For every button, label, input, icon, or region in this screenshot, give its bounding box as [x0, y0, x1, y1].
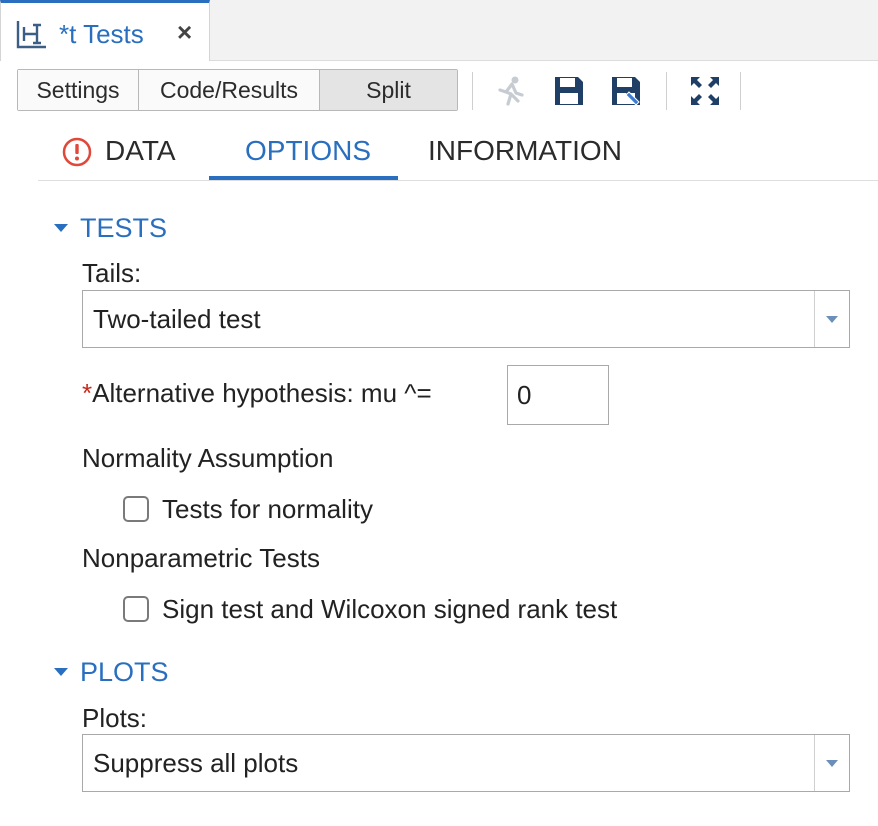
task-tab-strip: *t Tests × [0, 0, 878, 61]
required-indicator: * [82, 378, 93, 408]
run-icon[interactable] [494, 74, 528, 108]
normality-checkbox-label: Tests for normality [162, 493, 373, 524]
error-icon [62, 137, 92, 167]
sign-wilcoxon-checkbox-label: Sign test and Wilcoxon signed rank test [162, 593, 618, 624]
tab-data-label: DATA [105, 135, 176, 166]
dropdown-arrow-icon[interactable] [814, 735, 849, 791]
normality-checkbox-row[interactable]: Tests for normality [123, 493, 373, 525]
tab-information[interactable]: INFORMATION [428, 124, 622, 178]
section-tabs: DATA OPTIONS INFORMATION [38, 124, 878, 181]
tests-section-header[interactable]: TESTS [54, 211, 167, 245]
save-icon[interactable] [552, 74, 586, 108]
normality-heading: Normality Assumption [82, 443, 334, 473]
tails-select-value: Two-tailed test [93, 304, 261, 334]
toolbar-separator [666, 72, 667, 110]
settings-view-button[interactable]: Settings [18, 70, 139, 110]
save-as-icon[interactable] [609, 74, 643, 108]
tails-label: Tails: [82, 258, 142, 288]
tab-title: *t Tests [59, 19, 144, 49]
sign-wilcoxon-checkbox[interactable] [123, 596, 149, 622]
active-tab-indicator [209, 176, 398, 180]
tests-section-title: TESTS [80, 212, 168, 243]
caret-down-icon [54, 668, 68, 676]
plots-select-value: Suppress all plots [93, 748, 299, 778]
plots-label: Plots: [82, 703, 148, 733]
t-test-task-icon [16, 21, 46, 49]
nonparametric-checkbox-row[interactable]: Sign test and Wilcoxon signed rank test [123, 593, 617, 625]
maximize-icon[interactable] [688, 74, 722, 108]
view-mode-group: Settings Code/Results Split [17, 69, 458, 111]
alternative-hypothesis-label: *Alternative hypothesis: mu ^= [82, 378, 432, 409]
split-view-button[interactable]: Split [320, 70, 457, 110]
dropdown-arrow-icon[interactable] [814, 291, 849, 347]
tab-options[interactable]: OPTIONS [245, 124, 371, 178]
toolbar-separator [740, 72, 741, 110]
tails-select[interactable]: Two-tailed test [82, 290, 850, 348]
close-icon[interactable]: × [177, 17, 192, 47]
nonparametric-heading: Nonparametric Tests [82, 543, 320, 573]
toolbar-separator [472, 72, 473, 110]
plots-section-header[interactable]: PLOTS [54, 655, 169, 689]
plots-section-title: PLOTS [80, 656, 169, 687]
code-results-view-button[interactable]: Code/Results [139, 70, 320, 110]
alternative-hypothesis-text: Alternative hypothesis: mu ^= [92, 378, 432, 408]
task-tab[interactable]: *t Tests × [0, 0, 210, 61]
alternative-hypothesis-input[interactable] [507, 365, 609, 425]
normality-checkbox[interactable] [123, 496, 149, 522]
caret-down-icon [54, 224, 68, 232]
plots-select[interactable]: Suppress all plots [82, 734, 850, 792]
